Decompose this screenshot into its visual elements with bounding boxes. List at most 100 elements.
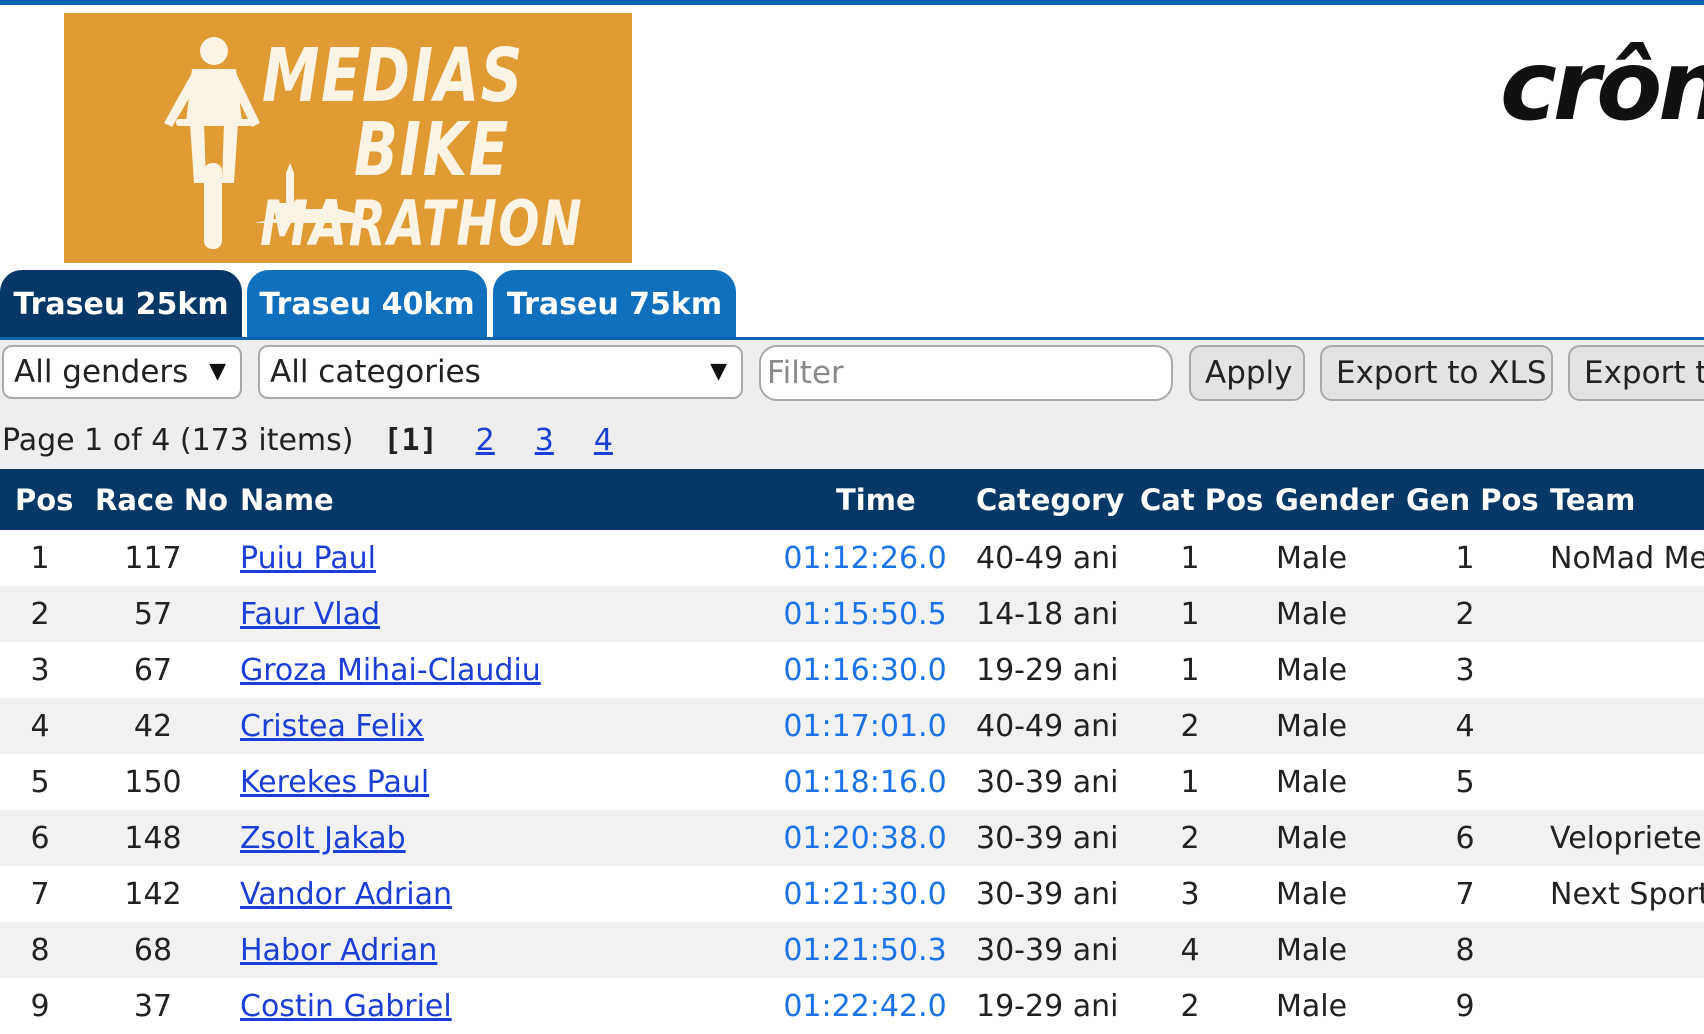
- cell-pos: 7: [10, 866, 70, 922]
- athlete-name-link[interactable]: Costin Gabriel: [240, 989, 452, 1024]
- cell-name: Habor Adrian: [240, 922, 720, 978]
- table-row: 6 148 Zsolt Jakab 01:20:38.0 30-39 ani 2 Male 6…: [0, 810, 1704, 866]
- athlete-name-link[interactable]: Faur Vlad: [240, 597, 380, 632]
- results-table-body: 1 117 Puiu Paul 01:12:26.0 40-49 ani 1 Male 1 No…: [0, 530, 1704, 1034]
- page-link-2[interactable]: 2: [476, 423, 495, 458]
- export-other-button[interactable]: Export to: [1568, 345, 1704, 401]
- cell-team: [1550, 754, 1704, 810]
- pagination: Page 1 of 4 (173 items) [1] 2 3 4: [0, 418, 613, 462]
- page-link-4[interactable]: 4: [594, 423, 613, 458]
- race-no-value: 142: [124, 876, 182, 912]
- race-no-value: 67: [133, 652, 173, 688]
- col-header-gender[interactable]: Gender: [1275, 469, 1394, 530]
- time-value: 01:12:26.0: [783, 540, 947, 576]
- category-value: 19-29 ani: [976, 652, 1119, 688]
- cell-pos: 2: [10, 586, 70, 642]
- chevron-down-icon: ▼: [209, 359, 226, 384]
- cat-pos-value: 2: [1180, 708, 1200, 744]
- cell-gender: Male: [1276, 922, 1386, 978]
- cat-pos-value: 2: [1180, 820, 1200, 856]
- cell-gen-pos: 2: [1410, 586, 1520, 642]
- gen-pos-value: 8: [1455, 932, 1475, 968]
- cell-name: Cristea Felix: [240, 698, 720, 754]
- category-value: 30-39 ani: [976, 932, 1119, 968]
- export-xls-button[interactable]: Export to XLS: [1320, 345, 1553, 401]
- cell-time: 01:18:16.0: [780, 754, 950, 810]
- cell-gen-pos: 4: [1410, 698, 1520, 754]
- gen-pos-value: 4: [1455, 708, 1475, 744]
- col-header-category[interactable]: Category: [976, 469, 1124, 530]
- time-value: 01:17:01.0: [783, 708, 947, 744]
- apply-button[interactable]: Apply: [1189, 345, 1305, 401]
- pagination-info: Page 1 of 4 (173 items): [2, 422, 354, 458]
- cat-pos-value: 4: [1180, 932, 1200, 968]
- race-no-value: 117: [124, 540, 182, 576]
- col-header-gen-pos[interactable]: Gen Pos: [1406, 469, 1539, 530]
- time-value: 01:18:16.0: [783, 764, 947, 800]
- cell-team: NoMad Mer: [1550, 530, 1704, 586]
- pos-value: 1: [30, 540, 50, 576]
- cell-team: [1550, 922, 1704, 978]
- results-table-header: Pos Race No Name Time Category Cat Pos G…: [0, 469, 1704, 530]
- gen-pos-value: 7: [1455, 876, 1475, 912]
- gen-pos-value: 5: [1455, 764, 1475, 800]
- cell-category: 40-49 ani: [976, 530, 1126, 586]
- col-header-name[interactable]: Name: [240, 469, 334, 530]
- page-link-3[interactable]: 3: [535, 423, 554, 458]
- table-row: 8 68 Habor Adrian 01:21:50.3 30-39 ani 4 Male 8: [0, 922, 1704, 978]
- gen-pos-value: 6: [1455, 820, 1475, 856]
- cell-category: 19-29 ani: [976, 642, 1126, 698]
- athlete-name-link[interactable]: Vandor Adrian: [240, 877, 452, 912]
- cell-race-no: 67: [100, 642, 206, 698]
- gender-select-value: All genders: [14, 354, 189, 390]
- col-header-race-no[interactable]: Race No: [95, 469, 228, 530]
- col-header-pos[interactable]: Pos: [15, 469, 73, 530]
- athlete-name-link[interactable]: Kerekes Paul: [240, 765, 429, 800]
- cat-pos-value: 1: [1180, 596, 1200, 632]
- cell-name: Groza Mihai-Claudiu: [240, 642, 720, 698]
- cell-name: Kerekes Paul: [240, 754, 720, 810]
- cell-race-no: 42: [100, 698, 206, 754]
- category-value: 40-49 ani: [976, 708, 1119, 744]
- cell-race-no: 68: [100, 922, 206, 978]
- athlete-name-link[interactable]: Groza Mihai-Claudiu: [240, 653, 541, 688]
- tab-traseu-75km[interactable]: Traseu 75km: [493, 270, 736, 338]
- athlete-name-link[interactable]: Habor Adrian: [240, 933, 437, 968]
- col-header-cat-pos[interactable]: Cat Pos: [1140, 469, 1263, 530]
- cell-pos: 8: [10, 922, 70, 978]
- table-row: 1 117 Puiu Paul 01:12:26.0 40-49 ani 1 Male 1 No…: [0, 530, 1704, 586]
- cell-race-no: 57: [100, 586, 206, 642]
- cell-cat-pos: 1: [1140, 754, 1240, 810]
- athlete-name-link[interactable]: Puiu Paul: [240, 541, 376, 576]
- team-value: Next Sports: [1550, 876, 1704, 912]
- table-row: 7 142 Vandor Adrian 01:21:30.0 30-39 ani 3 Mal…: [0, 866, 1704, 922]
- cell-pos: 1: [10, 530, 70, 586]
- cell-gender: Male: [1276, 530, 1386, 586]
- pos-value: 5: [30, 764, 50, 800]
- cell-race-no: 117: [100, 530, 206, 586]
- race-no-value: 68: [133, 932, 173, 968]
- cell-pos: 5: [10, 754, 70, 810]
- athlete-name-link[interactable]: Zsolt Jakab: [240, 821, 406, 856]
- athlete-name-link[interactable]: Cristea Felix: [240, 709, 424, 744]
- gender-value: Male: [1276, 652, 1348, 688]
- time-value: 01:16:30.0: [783, 652, 947, 688]
- category-select[interactable]: All categories ▼: [258, 345, 743, 399]
- cell-category: 30-39 ani: [976, 754, 1126, 810]
- table-row: 2 57 Faur Vlad 01:15:50.5 14-18 ani 1 Male 2: [0, 586, 1704, 642]
- cell-gen-pos: 6: [1410, 810, 1520, 866]
- cell-category: 30-39 ani: [976, 866, 1126, 922]
- gender-select[interactable]: All genders ▼: [2, 345, 242, 399]
- tab-traseu-25km[interactable]: Traseu 25km: [0, 270, 242, 338]
- filter-input[interactable]: [759, 345, 1173, 401]
- col-header-time[interactable]: Time: [836, 469, 916, 530]
- race-no-value: 42: [133, 708, 173, 744]
- gender-value: Male: [1276, 988, 1348, 1024]
- col-header-team[interactable]: Team: [1550, 469, 1635, 530]
- time-value: 01:21:30.0: [783, 876, 947, 912]
- category-value: 30-39 ani: [976, 764, 1119, 800]
- category-select-value: All categories: [270, 354, 481, 390]
- cell-cat-pos: 2: [1140, 698, 1240, 754]
- pos-value: 2: [30, 596, 50, 632]
- tab-traseu-40km[interactable]: Traseu 40km: [247, 270, 487, 338]
